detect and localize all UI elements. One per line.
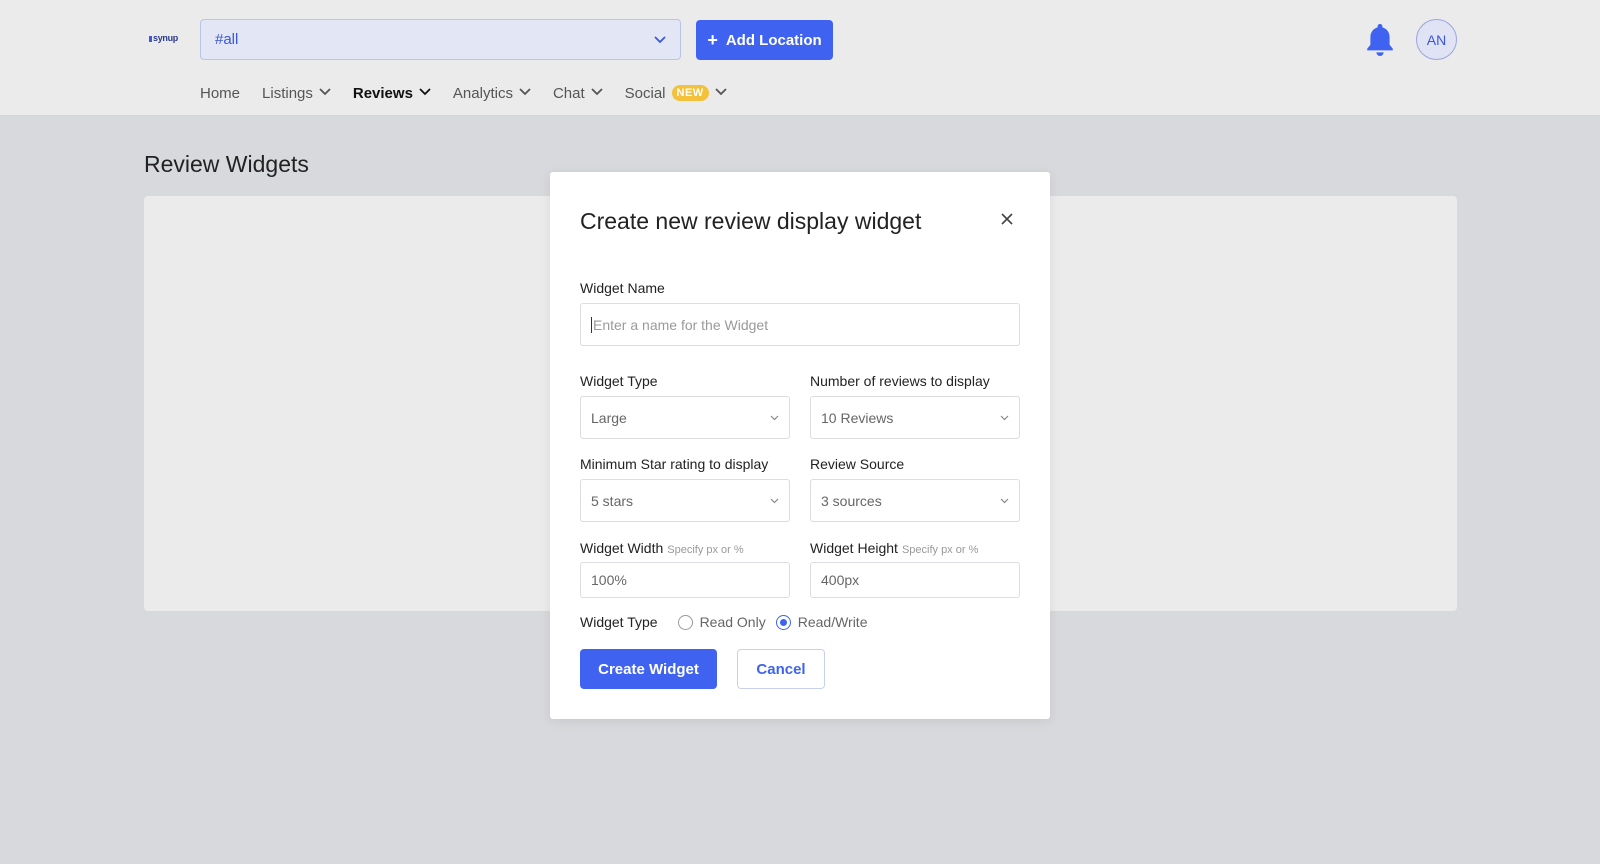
- create-widget-button[interactable]: Create Widget: [580, 649, 717, 689]
- access-type-label: Widget Type: [580, 614, 658, 630]
- widget-width-hint: Specify px or %: [667, 544, 744, 556]
- synup-logo[interactable]: synup: [149, 33, 178, 43]
- chevron-down-icon: [1000, 496, 1009, 506]
- chevron-down-icon: [1000, 413, 1009, 423]
- chevron-down-icon: [519, 87, 531, 99]
- chevron-down-icon: [319, 87, 331, 99]
- user-avatar[interactable]: AN: [1416, 19, 1457, 60]
- radio-read-only[interactable]: Read Only: [677, 614, 766, 630]
- chevron-down-icon: [654, 33, 666, 47]
- widget-height-input[interactable]: 400px: [810, 562, 1020, 598]
- min-star-label: Minimum Star rating to display: [580, 456, 769, 472]
- nav-home[interactable]: Home: [200, 85, 240, 102]
- close-icon[interactable]: [997, 210, 1017, 230]
- chevron-down-icon: [419, 87, 431, 99]
- widget-name-placeholder: Enter a name for the Widget: [593, 316, 769, 333]
- widget-type-select[interactable]: Large: [580, 396, 790, 439]
- cancel-button[interactable]: Cancel: [737, 649, 825, 689]
- chevron-down-icon: [591, 87, 603, 99]
- review-source-select[interactable]: 3 sources: [810, 479, 1020, 522]
- num-reviews-select[interactable]: 10 Reviews: [810, 396, 1020, 439]
- page-title: Review Widgets: [144, 151, 309, 177]
- chevron-down-icon: [770, 413, 779, 423]
- widget-type-label: Widget Type: [580, 373, 658, 389]
- create-widget-modal: Create new review display widget Widget …: [550, 172, 1050, 719]
- radio-read-write[interactable]: Read/Write: [775, 614, 868, 630]
- widget-name-input[interactable]: Enter a name for the Widget: [580, 303, 1020, 346]
- location-select-value: #all: [215, 31, 239, 48]
- location-select[interactable]: #all: [200, 19, 681, 60]
- min-star-select[interactable]: 5 stars: [580, 479, 790, 522]
- nav-listings[interactable]: Listings: [262, 85, 331, 102]
- widget-height-label: Widget Height Specify px or %: [810, 540, 979, 556]
- top-header: synup #all + Add Location AN Home Listin…: [0, 0, 1600, 116]
- widget-height-hint: Specify px or %: [901, 544, 979, 556]
- widget-width-label: Widget Width Specify px or %: [580, 540, 744, 556]
- radio-unchecked-icon[interactable]: [677, 614, 693, 630]
- nav-chat[interactable]: Chat: [553, 85, 603, 102]
- nav-analytics[interactable]: Analytics: [453, 85, 531, 102]
- main-nav: Home Listings Reviews Analytics Chat Soc…: [200, 82, 749, 104]
- radio-checked-icon[interactable]: [775, 614, 791, 630]
- add-location-button[interactable]: + Add Location: [696, 20, 833, 60]
- text-caret: [591, 316, 592, 333]
- review-source-label: Review Source: [810, 456, 905, 472]
- notification-bell-icon[interactable]: [1364, 22, 1396, 58]
- chevron-down-icon: [770, 496, 779, 506]
- nav-reviews[interactable]: Reviews: [353, 85, 431, 102]
- num-reviews-label: Number of reviews to display: [810, 373, 990, 389]
- widget-name-label: Widget Name: [580, 280, 665, 296]
- widget-width-input[interactable]: 100%: [580, 562, 790, 598]
- modal-title: Create new review display widget: [580, 208, 922, 234]
- chevron-down-icon: [715, 87, 727, 99]
- nav-social[interactable]: Social NEW: [625, 85, 727, 102]
- plus-icon: +: [707, 30, 718, 50]
- access-type-radio-group: Widget Type Read Only Read/Write: [580, 614, 868, 630]
- new-badge: NEW: [671, 85, 709, 101]
